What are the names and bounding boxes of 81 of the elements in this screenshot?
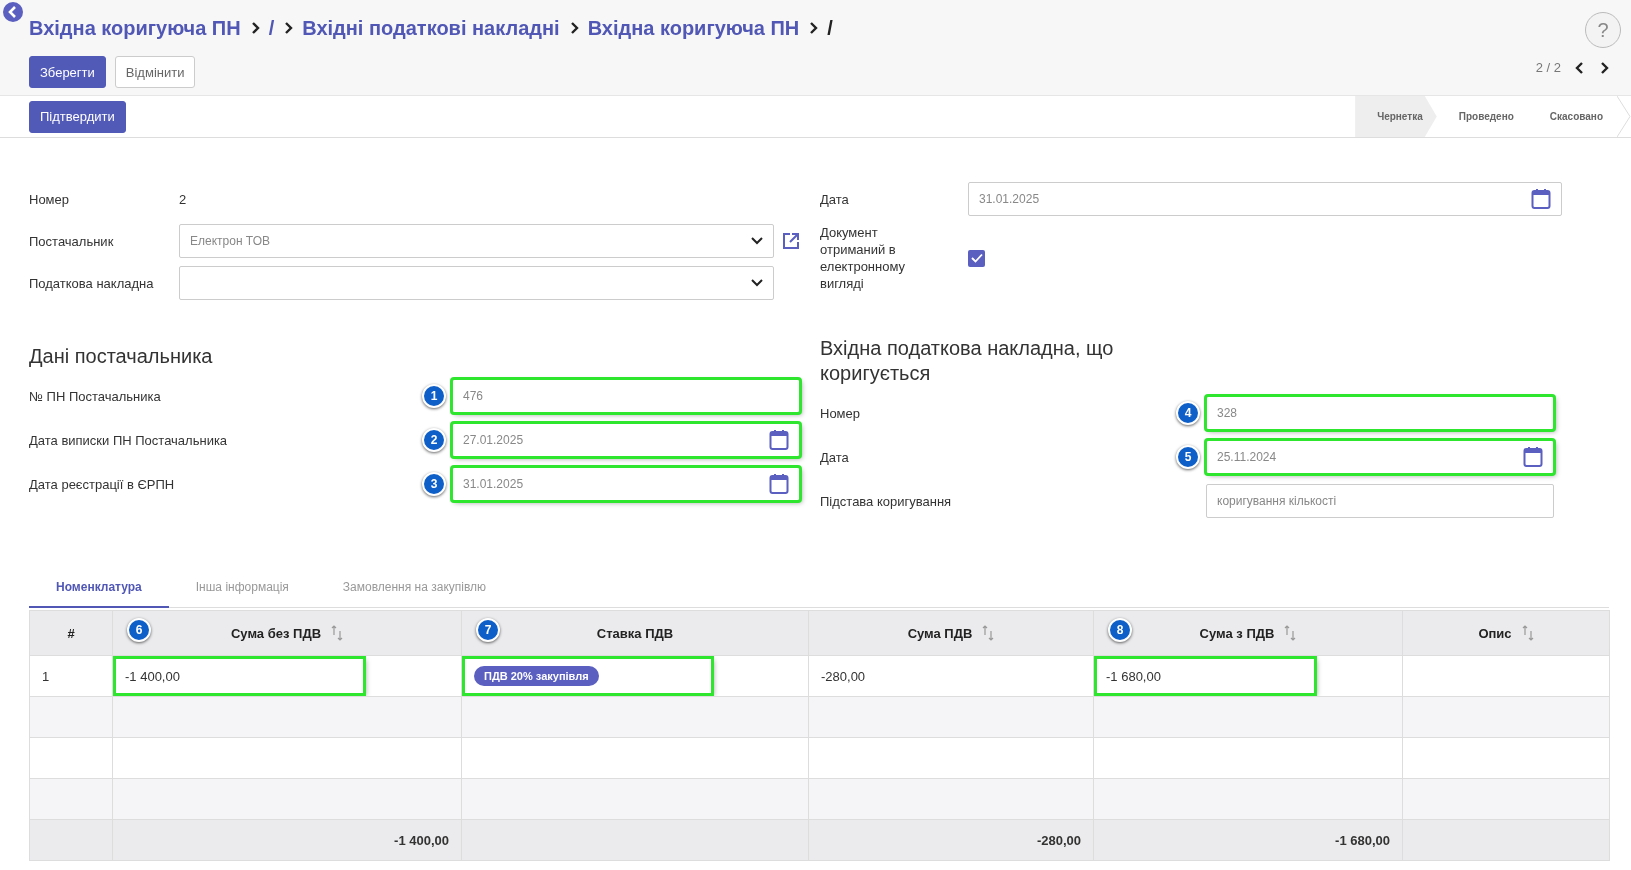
dropdown-field[interactable]: [179, 266, 774, 300]
pager-counter: 2 / 2: [1535, 60, 1561, 75]
input-field[interactable]: 328: [1206, 396, 1554, 430]
field-label: Номер: [820, 404, 861, 422]
field-label: Податкова накладна: [29, 274, 155, 292]
number-marker: 3: [422, 472, 446, 496]
column-header[interactable]: Ставка ПДВ: [596, 625, 674, 641]
field-value: 31.01.2025: [979, 192, 1040, 206]
field-value: 328: [1217, 406, 1238, 420]
field-value: 27.01.2025: [463, 433, 524, 447]
table-cell: -1 400,00: [112, 655, 462, 697]
number-marker: 6: [127, 618, 151, 642]
calendar-icon[interactable]: [1531, 188, 1551, 210]
field-label: Дата: [820, 448, 850, 466]
field-value: 31.01.2025: [463, 477, 524, 491]
previous-icon: [1575, 61, 1585, 74]
field-value: 25.11.2024: [1217, 450, 1277, 464]
column-header[interactable]: Опис: [1478, 625, 1512, 641]
input-field[interactable]: коригування кількості: [1206, 484, 1554, 518]
date-field[interactable]: 31.01.2025: [968, 182, 1562, 216]
number-marker: 2: [422, 428, 446, 452]
discard-button[interactable]: Відмінити: [114, 56, 196, 88]
breadcrumb-link[interactable]: Вхідні податкові накладні: [302, 16, 560, 40]
chevron-right-icon: [283, 22, 294, 34]
checkbox[interactable]: [968, 249, 985, 267]
number-marker: 5: [1176, 445, 1200, 469]
calendar-icon[interactable]: [1523, 446, 1543, 468]
total-value: -1 400,00: [394, 832, 449, 848]
tax-tag: ПДВ 20% закупівля: [474, 666, 599, 686]
field-label: Постачальник: [29, 232, 115, 250]
help-button[interactable]: ?: [1585, 12, 1621, 48]
field-value: 476: [463, 389, 484, 403]
chevron-right-icon: [568, 22, 579, 34]
external-link-icon[interactable]: [782, 232, 800, 250]
status-step[interactable]: Проведено: [1436, 96, 1528, 137]
section-title: Вхідна податкова накладна, що коригується: [820, 336, 1115, 386]
caret-icon[interactable]: [751, 237, 763, 245]
save-button[interactable]: Зберегти: [29, 56, 106, 88]
status-step[interactable]: Чернетка: [1355, 96, 1437, 137]
tab[interactable]: Інша інформація: [168, 568, 316, 608]
chevron-right-icon: [808, 22, 819, 34]
tab[interactable]: Номенклатура: [29, 568, 169, 608]
number-marker: 8: [1108, 618, 1132, 642]
dropdown-field[interactable]: Електрон ТОВ: [179, 224, 774, 258]
breadcrumb-link[interactable]: Вхідна коригуюча ПН: [29, 16, 241, 40]
caret-icon[interactable]: [751, 279, 763, 287]
calendar-icon[interactable]: [769, 473, 789, 495]
status-step[interactable]: Скасовано: [1527, 96, 1617, 137]
total-value: -1 680,00: [1335, 832, 1390, 848]
field-value: 2: [179, 191, 188, 207]
column-header[interactable]: Сума без ПДВ: [230, 625, 322, 641]
calendar-icon[interactable]: [769, 429, 789, 451]
total-value: -280,00: [1036, 832, 1081, 848]
chevron-right-icon: [249, 22, 260, 34]
field-label: Дата реєстрації в ЄРПН: [29, 475, 176, 493]
breadcrumb-link[interactable]: /: [268, 16, 275, 40]
confirm-button[interactable]: Підтвердити: [29, 100, 126, 133]
column-header[interactable]: Сума ПДВ: [907, 625, 973, 641]
date-field[interactable]: 27.01.2025: [452, 423, 800, 457]
column-header[interactable]: #: [67, 625, 75, 641]
number-marker: 1: [422, 384, 446, 408]
date-field[interactable]: 25.11.2024: [1206, 440, 1554, 474]
table-cell: 1: [29, 655, 113, 697]
section-title: Дані постачальника: [29, 344, 214, 369]
breadcrumb-link[interactable]: Вхідна коригуюча ПН: [587, 16, 800, 40]
number-marker: 7: [476, 618, 500, 642]
next-icon: [1599, 61, 1609, 74]
number-marker: 4: [1176, 401, 1200, 425]
field-label: Підстава коригування: [820, 492, 953, 510]
date-field[interactable]: 31.01.2025: [452, 467, 800, 501]
tab[interactable]: Замовлення на закупівлю: [315, 568, 514, 608]
field-label: Дата: [820, 190, 850, 208]
input-field[interactable]: 476: [452, 379, 800, 413]
table-cell: -280,00: [808, 655, 1094, 697]
field-label: Документ отриманий в електронному вигляді: [820, 224, 907, 292]
table-cell: -1 680,00: [1093, 655, 1403, 697]
column-header[interactable]: Сума з ПДВ: [1199, 625, 1275, 641]
back-icon[interactable]: [2, 1, 24, 23]
field-label: № ПН Постачальника: [29, 387, 162, 405]
field-label: Номер: [29, 190, 70, 208]
field-label: Дата виписки ПН Постачальника: [29, 431, 229, 449]
